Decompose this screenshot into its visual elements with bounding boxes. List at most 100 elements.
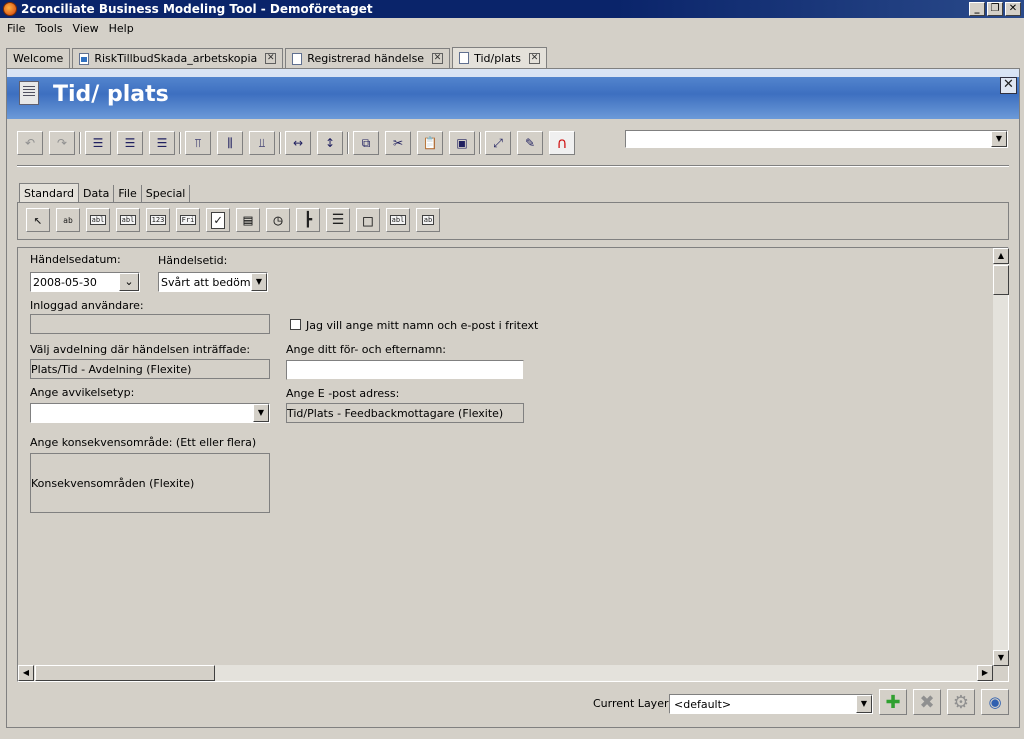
scroll-right-icon[interactable]: ▶ xyxy=(977,665,993,681)
area-value: Konsekvensområden (Flexite) xyxy=(31,476,195,490)
tab-file[interactable]: File xyxy=(114,185,142,202)
paste-special-button[interactable]: ▣ xyxy=(449,131,475,155)
time-select[interactable]: Svårt att bedöma ▼ xyxy=(158,272,268,292)
tab-special[interactable]: Special xyxy=(142,185,191,202)
grid-tool[interactable]: ab xyxy=(416,208,440,232)
horizontal-scroll-thumb[interactable] xyxy=(35,665,215,681)
restore-button[interactable]: ❐ xyxy=(987,2,1003,16)
panel-tool[interactable]: □ xyxy=(356,208,380,232)
label-tool[interactable]: ab xyxy=(56,208,80,232)
list-icon: ▤ xyxy=(243,211,253,229)
tab-risktillbudskada[interactable]: RiskTillbudSkada_arbetskopia ✕ xyxy=(72,48,284,68)
close-window-button[interactable]: ✕ xyxy=(1005,2,1021,16)
cut-button[interactable]: ✂ xyxy=(385,131,411,155)
align-top-button[interactable]: ⫪ xyxy=(185,131,211,155)
time-label: Händelsetid: xyxy=(158,254,228,267)
layer-settings-button[interactable]: ⚙ xyxy=(947,689,975,715)
align-left-icon: ☰ xyxy=(92,136,104,150)
title-bar: 2conciliate Business Modeling Tool - Dem… xyxy=(0,0,1024,18)
align-right-button[interactable]: ☰ xyxy=(149,131,175,155)
chevron-down-icon[interactable]: ⌄ xyxy=(119,273,139,291)
tab-data[interactable]: Data xyxy=(79,185,115,202)
same-width-button[interactable]: ↔ xyxy=(285,131,311,155)
paste-special-icon: ▣ xyxy=(456,136,468,150)
close-editor-button[interactable]: ✕ xyxy=(1000,77,1017,94)
tab-welcome[interactable]: Welcome xyxy=(6,48,71,68)
same-height-icon: ↕ xyxy=(324,136,336,150)
horizontal-scrollbar[interactable]: ◀ ▶ xyxy=(18,665,993,681)
toolbar-separator xyxy=(179,132,181,154)
align-left-button[interactable]: ☰ xyxy=(85,131,111,155)
menu-tools[interactable]: Tools xyxy=(30,22,67,35)
add-layer-button[interactable]: ✚ xyxy=(879,689,907,715)
list-tool[interactable]: ▤ xyxy=(236,208,260,232)
tab-tid-plats[interactable]: Tid/plats ✕ xyxy=(452,47,548,68)
same-height-button[interactable]: ↕ xyxy=(317,131,343,155)
align-center-button[interactable]: ☰ xyxy=(117,131,143,155)
area-field[interactable]: Konsekvensområden (Flexite) xyxy=(30,453,270,513)
textarea-tool[interactable]: abl xyxy=(116,208,140,232)
area-label: Ange konsekvensområde: (Ett eller flera) xyxy=(30,436,257,449)
name-input[interactable] xyxy=(286,360,524,380)
layer-select[interactable]: <default> ▼ xyxy=(669,694,873,714)
copy-button[interactable]: ⧉ xyxy=(353,131,379,155)
tab-close-icon[interactable]: ✕ xyxy=(432,53,444,64)
pointer-tool[interactable]: ↖ xyxy=(26,208,50,232)
menu-file[interactable]: File xyxy=(2,22,30,35)
dept-field[interactable]: Plats/Tid - Avdelning (Flexite) xyxy=(30,359,270,379)
magnet-icon: ∩ xyxy=(556,134,568,152)
snap-button[interactable]: ∩ xyxy=(549,131,575,155)
delete-layer-button[interactable]: ✖ xyxy=(913,689,941,715)
paste-button[interactable]: 📋 xyxy=(417,131,443,155)
name-email-checkbox[interactable] xyxy=(290,319,301,330)
chevron-down-icon[interactable]: ▼ xyxy=(991,131,1007,147)
document-icon xyxy=(459,52,470,64)
scroll-left-icon[interactable]: ◀ xyxy=(18,665,34,681)
layer-visibility-button[interactable]: ◉ xyxy=(981,689,1009,715)
plus-icon: ✚ xyxy=(885,691,901,713)
menu-help[interactable]: Help xyxy=(104,22,139,35)
tab-close-icon[interactable]: ✕ xyxy=(265,53,277,64)
freetext-tool[interactable]: Fri xyxy=(176,208,200,232)
chevron-down-icon[interactable]: ▼ xyxy=(253,404,269,422)
window-controls: _ ❐ ✕ xyxy=(969,2,1021,16)
type-select[interactable]: ▼ xyxy=(30,403,270,423)
chevron-down-icon[interactable]: ▼ xyxy=(251,273,267,291)
scroll-up-icon[interactable]: ▲ xyxy=(993,248,1009,264)
vertical-scrollbar[interactable]: ▲ ▼ xyxy=(992,248,1009,666)
align-middle-button[interactable]: ⫼ xyxy=(217,131,243,155)
undo-button[interactable]: ↶ xyxy=(17,131,43,155)
time-tool[interactable]: ◷ xyxy=(266,208,290,232)
minimize-button[interactable]: _ xyxy=(969,2,985,16)
chevron-down-icon[interactable]: ▼ xyxy=(856,695,872,713)
align-bottom-icon: ⫫ xyxy=(258,135,266,150)
menu-view[interactable]: View xyxy=(68,22,104,35)
tree-tool[interactable]: ┣ xyxy=(296,208,320,232)
connect-button[interactable]: ⤢ xyxy=(485,131,511,155)
tab-registrerad-handelse[interactable]: Registrerad händelse ✕ xyxy=(285,48,451,68)
align-bottom-button[interactable]: ⫫ xyxy=(249,131,275,155)
email-field[interactable]: Tid/Plats - Feedbackmottagare (Flexite) xyxy=(286,403,524,423)
scroll-down-icon[interactable]: ▼ xyxy=(993,650,1009,666)
user-field[interactable] xyxy=(30,314,270,334)
checkbox-tool[interactable]: ✓ xyxy=(206,208,230,232)
tab-standard[interactable]: Standard xyxy=(19,183,80,202)
date-field[interactable]: 2008-05-30 ⌄ xyxy=(30,272,140,292)
toolbar-select[interactable]: ▼ xyxy=(625,130,1008,148)
email-label: Ange E -post adress: xyxy=(286,387,400,400)
current-layer-label: Current Layer: xyxy=(593,697,672,710)
tab-label: Tid/plats xyxy=(474,51,522,65)
align-right-icon: ☰ xyxy=(156,136,168,150)
copy-icon: ⧉ xyxy=(361,135,371,150)
listbox-tool[interactable]: ☰ xyxy=(326,208,350,232)
page-title: Tid/ plats xyxy=(53,82,169,107)
form-canvas[interactable]: Händelsedatum: 2008-05-30 ⌄ Händelsetid:… xyxy=(17,247,1009,682)
vertical-scroll-thumb[interactable] xyxy=(993,265,1009,295)
redo-button[interactable]: ↷ xyxy=(49,131,75,155)
number-tool[interactable]: 123 xyxy=(146,208,170,232)
edit-button[interactable]: ✎ xyxy=(517,131,543,155)
tree-icon: ┣ xyxy=(303,212,313,228)
tab-close-icon[interactable]: ✕ xyxy=(529,52,541,64)
labelfield-tool[interactable]: abl xyxy=(386,208,410,232)
textfield-tool[interactable]: abl xyxy=(86,208,110,232)
